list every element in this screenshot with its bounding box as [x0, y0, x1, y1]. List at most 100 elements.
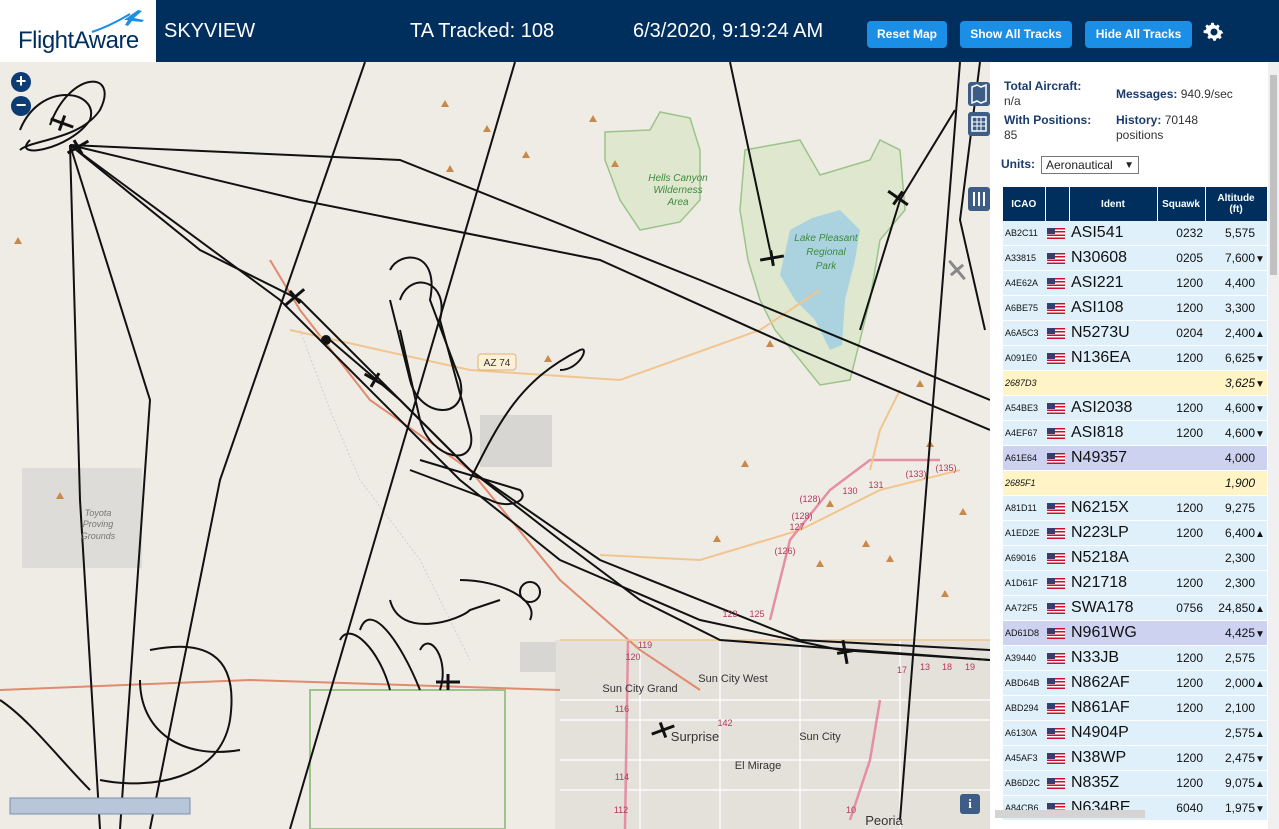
table-row[interactable]: 2685F1 1,900 — [1003, 470, 1267, 496]
col-icao[interactable]: ICAO — [1003, 187, 1046, 221]
table-row[interactable]: A39440 N33JB 1200 2,575 — [1003, 645, 1267, 671]
us-flag-icon — [1047, 453, 1065, 465]
squawk-cell: 1200 — [1157, 570, 1205, 596]
col-altitude[interactable]: Altitude (ft) — [1205, 187, 1268, 221]
table-row[interactable]: ABD294 N861AF 1200 2,100 — [1003, 695, 1267, 721]
icao-cell: AD61D8 — [1003, 620, 1045, 646]
altitude-value: 2,300 — [1224, 576, 1255, 590]
us-flag-icon — [1047, 778, 1065, 790]
panel-horizontal-scroll-thumb[interactable] — [995, 810, 1145, 818]
icao-cell: A61E64 — [1003, 445, 1045, 471]
gear-icon[interactable] — [1202, 20, 1226, 44]
columns-icon — [973, 192, 985, 206]
flightaware-logo[interactable]: FlightAware — [0, 0, 156, 62]
altitude-header-label: Altitude — [1217, 193, 1255, 204]
units-selected: Aeronautical — [1046, 158, 1113, 172]
us-flag-icon — [1047, 428, 1065, 440]
squawk-cell: 1200 — [1157, 270, 1205, 296]
flag-cell — [1045, 370, 1069, 396]
road-number: 13 — [920, 662, 930, 672]
map-canvas[interactable]: Hells Canyon Wilderness Area Lake Pleasa… — [0, 62, 990, 829]
road-number: 142 — [717, 718, 732, 728]
ident-cell: N862AF — [1069, 670, 1157, 696]
wilderness-label-2: Wilderness — [653, 185, 702, 196]
altitude-trend-icon: ▲ — [1255, 779, 1265, 790]
history-unit: positions — [1116, 128, 1164, 142]
zoom-out-button[interactable]: − — [11, 96, 31, 116]
sun-city-west-label: Sun City West — [698, 673, 768, 685]
road-number: 116 — [615, 704, 629, 714]
table-row[interactable]: AA72F5 SWA178 0756 24,850▲ — [1003, 595, 1267, 621]
table-row[interactable]: AB2C11 ASI541 0232 5,575 — [1003, 221, 1267, 246]
us-flag-icon — [1047, 603, 1065, 615]
columns-toggle-button[interactable] — [968, 187, 990, 211]
table-row[interactable]: A81D11 N6215X 1200 9,275 — [1003, 495, 1267, 521]
info-icon[interactable]: i — [960, 794, 980, 814]
altitude-cell: 4,400 — [1205, 270, 1267, 296]
table-row[interactable]: A33815 N30608 0205 7,600▼ — [1003, 245, 1267, 271]
table-row[interactable]: A69016 N5218A 2,300 — [1003, 545, 1267, 571]
altitude-cell: 2,000▲ — [1205, 670, 1267, 696]
road-number: 10 — [846, 805, 856, 815]
ident-cell: N33JB — [1069, 645, 1157, 671]
altitude-cell: 2,400▲ — [1205, 320, 1267, 346]
icao-cell: AB2C11 — [1003, 221, 1045, 246]
map-icon — [971, 83, 987, 105]
hide-all-tracks-button[interactable]: Hide All Tracks — [1085, 21, 1192, 48]
road-number: (128) — [791, 511, 812, 521]
flag-cell — [1045, 645, 1069, 671]
squawk-cell: 1200 — [1157, 745, 1205, 771]
ident-cell: N6215X — [1069, 495, 1157, 521]
squawk-cell: 1200 — [1157, 345, 1205, 371]
grid-toggle-button[interactable] — [968, 112, 990, 136]
reset-map-button[interactable]: Reset Map — [867, 21, 947, 48]
map-layers-button[interactable] — [968, 82, 990, 106]
panel-scroll-thumb[interactable] — [1270, 75, 1277, 275]
units-select[interactable]: Aeronautical ▼ — [1041, 156, 1139, 174]
az74-shield: AZ 74 — [484, 358, 511, 369]
ident-cell — [1069, 370, 1157, 396]
table-row[interactable]: A1ED2E N223LP 1200 6,400▲ — [1003, 520, 1267, 546]
road-number: 130 — [842, 486, 857, 496]
icao-cell: A69016 — [1003, 545, 1045, 571]
table-row[interactable]: A54BE3 ASI2038 1200 4,600▼ — [1003, 395, 1267, 421]
altitude-cell: 2,300 — [1205, 570, 1267, 596]
altitude-value: 2,400 — [1224, 326, 1255, 340]
flag-cell — [1045, 545, 1069, 571]
table-row[interactable]: A6A5C3 N5273U 0204 2,400▲ — [1003, 320, 1267, 346]
ident-cell: N21718 — [1069, 570, 1157, 596]
zoom-in-button[interactable]: + — [11, 72, 31, 92]
messages-value: 940.9/sec — [1180, 87, 1233, 101]
col-ident[interactable]: Ident — [1069, 187, 1158, 221]
squawk-cell: 1200 — [1157, 495, 1205, 521]
us-flag-icon — [1047, 753, 1065, 765]
icao-cell: 2685F1 — [1003, 470, 1045, 496]
col-squawk[interactable]: Squawk — [1157, 187, 1206, 221]
squawk-cell — [1157, 620, 1205, 646]
road-number: 19 — [965, 662, 975, 672]
table-row[interactable]: A4EF67 ASI818 1200 4,600▼ — [1003, 420, 1267, 446]
table-row[interactable]: A6130A N4904P 2,575▲ — [1003, 720, 1267, 746]
table-row[interactable]: AB6D2C N835Z 1200 9,075▲ — [1003, 770, 1267, 796]
table-row[interactable]: A6BE75 ASI108 1200 3,300 — [1003, 295, 1267, 321]
table-row[interactable]: A4E62A ASI221 1200 4,400 — [1003, 270, 1267, 296]
table-row[interactable]: A45AF3 N38WP 1200 2,475▼ — [1003, 745, 1267, 771]
squawk-cell: 1200 — [1157, 520, 1205, 546]
squawk-cell: 1200 — [1157, 670, 1205, 696]
squawk-cell: 0205 — [1157, 245, 1205, 271]
table-row[interactable]: ABD64B N862AF 1200 2,000▲ — [1003, 670, 1267, 696]
table-row[interactable]: A1D61F N21718 1200 2,300 — [1003, 570, 1267, 596]
table-row[interactable]: A61E64 N49357 4,000 — [1003, 445, 1267, 471]
table-row[interactable]: A091E0 N136EA 1200 6,625▼ — [1003, 345, 1267, 371]
us-flag-icon — [1047, 403, 1065, 415]
flag-cell — [1045, 745, 1069, 771]
table-row[interactable]: AD61D8 N961WG 4,425▼ — [1003, 620, 1267, 646]
show-all-tracks-button[interactable]: Show All Tracks — [960, 21, 1072, 48]
altitude-trend-icon: ▼ — [1255, 379, 1265, 390]
table-row[interactable]: 2687D3 3,625▼ — [1003, 370, 1267, 396]
col-flag[interactable] — [1045, 187, 1070, 221]
messages-label: Messages: — [1116, 87, 1178, 101]
history-label: History: — [1116, 113, 1162, 127]
map-view[interactable]: Hells Canyon Wilderness Area Lake Pleasa… — [0, 62, 990, 829]
altitude-value: 5,575 — [1224, 226, 1255, 240]
